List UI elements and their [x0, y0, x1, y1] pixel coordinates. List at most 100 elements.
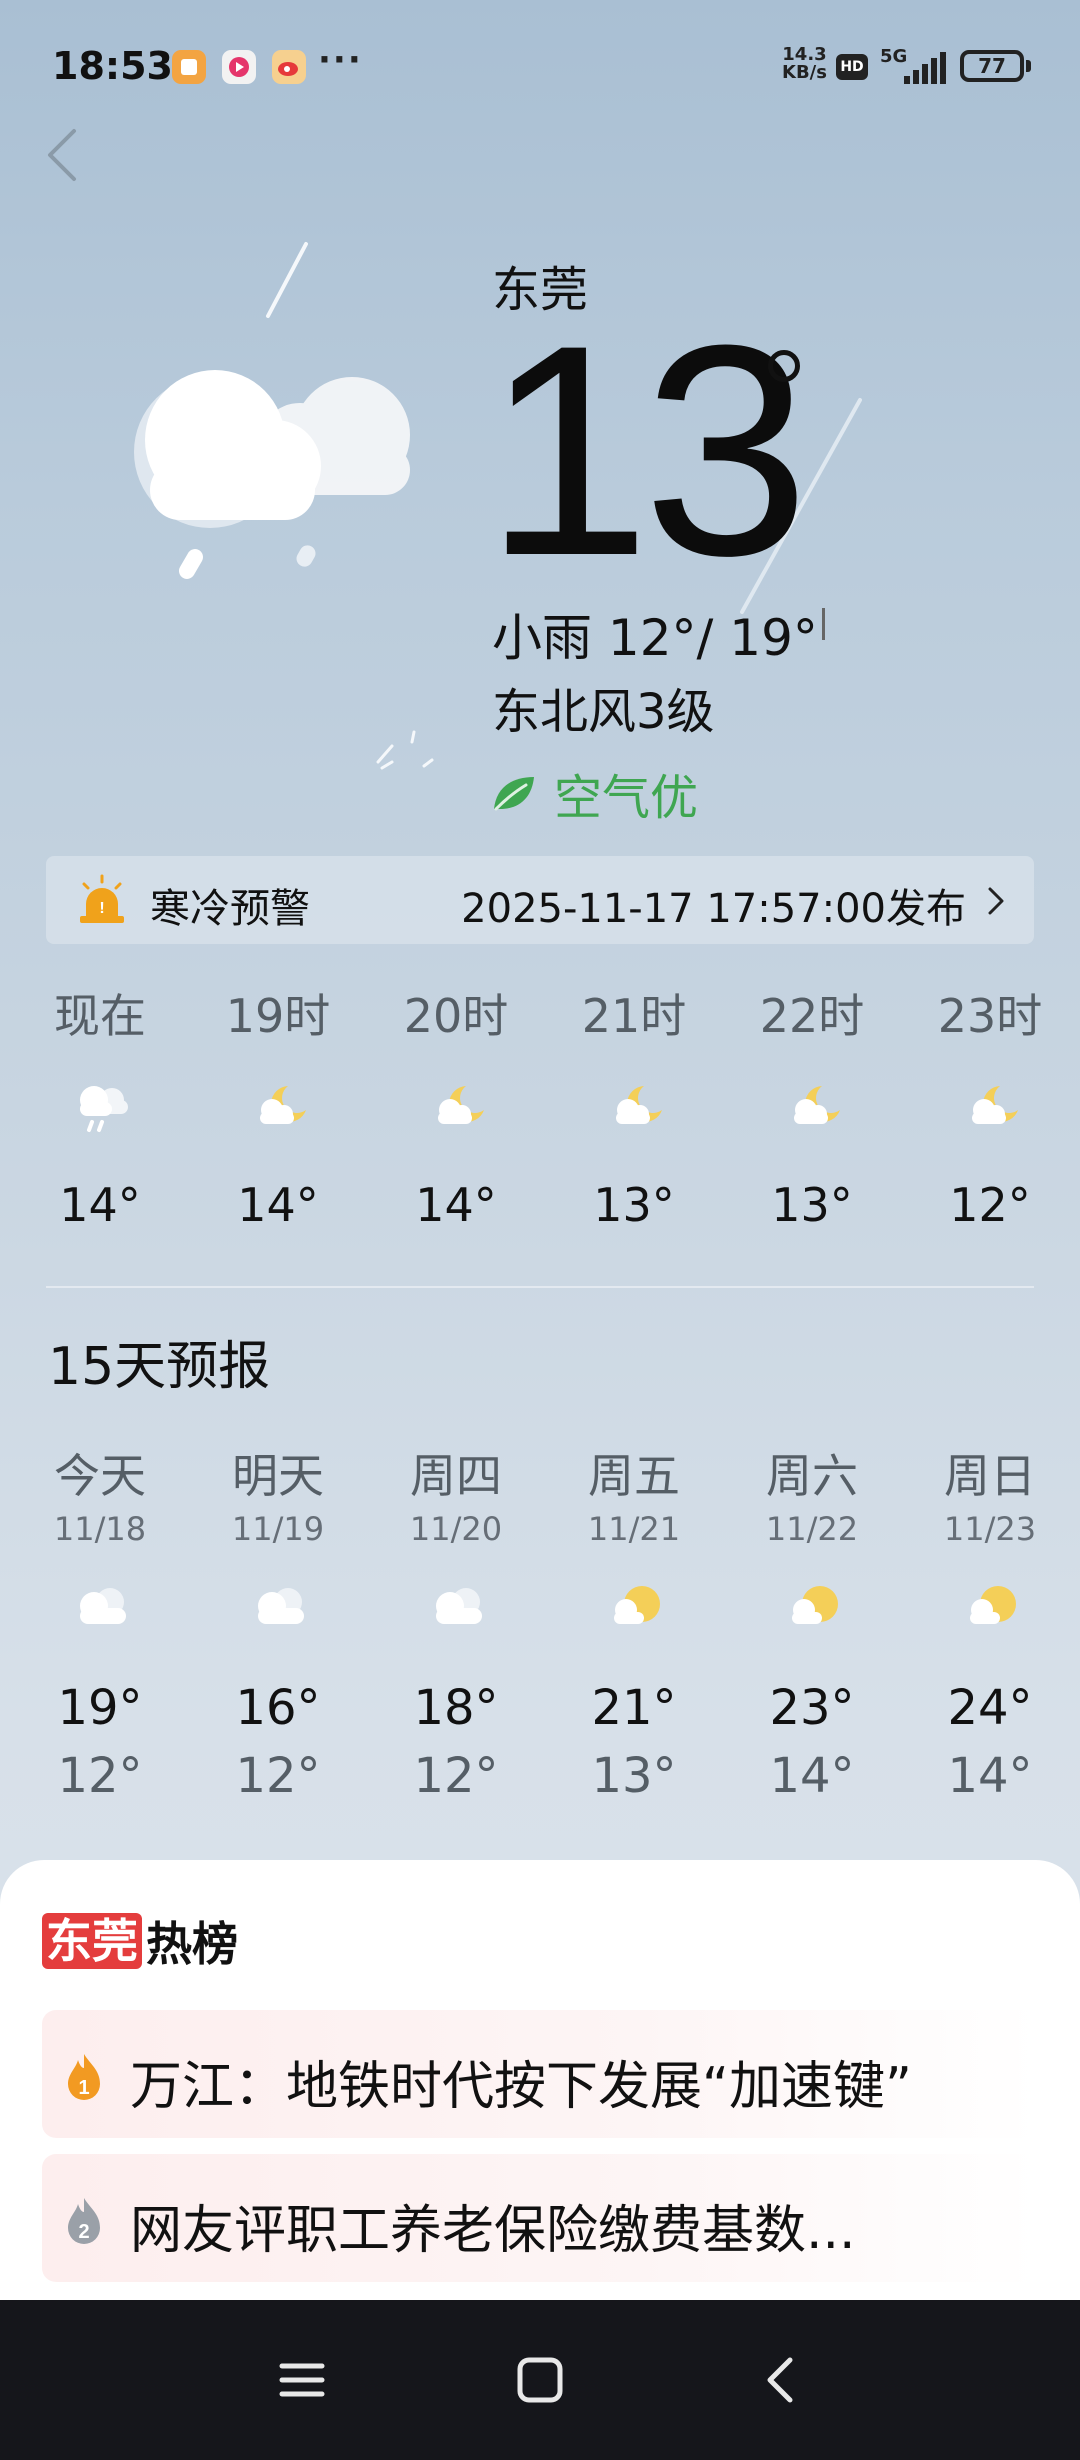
day-low-temp: 13° — [591, 1748, 677, 1804]
day-date: 11/21 — [587, 1510, 681, 1548]
moon-cloud-icon — [616, 1086, 662, 1124]
day-low-temp: 14° — [769, 1748, 855, 1804]
air-quality-label: 空气优 — [554, 770, 699, 826]
cloudy-icon — [258, 1588, 304, 1624]
day-high-temp: 16° — [235, 1680, 321, 1736]
daily-item[interactable]: 今天 11/18 19° 12° — [20, 1440, 180, 1820]
menu-icon — [279, 2363, 325, 2397]
battery-tip — [1026, 60, 1031, 72]
hot-list-city-badge: 东莞 — [42, 1913, 142, 1969]
moon-cloud-icon — [972, 1086, 1018, 1124]
daily-item[interactable]: 周四 11/20 18° 12° — [376, 1440, 536, 1820]
condition-divider — [822, 608, 825, 640]
hour-temperature: 14° — [59, 1178, 141, 1232]
svg-text:2: 2 — [78, 2221, 89, 2243]
hour-temperature: 14° — [415, 1178, 497, 1232]
daily-item[interactable]: 明天 11/19 16° 12° — [198, 1440, 358, 1820]
hour-label: 23时 — [937, 989, 1043, 1043]
day-high-temp: 18° — [413, 1680, 499, 1736]
daily-item[interactable]: 周六 11/22 23° 14° — [732, 1440, 892, 1820]
status-bar: 18:53 ··· 14.3 KB/s HD 5G 77 — [0, 0, 1080, 130]
sun-cloud-icon — [970, 1586, 1016, 1624]
more-notifications-icon: ··· — [318, 40, 363, 80]
day-label: 周六 — [766, 1449, 858, 1503]
wind-info: 东北风3级 — [492, 684, 715, 740]
system-nav-bar — [0, 2300, 1080, 2460]
back-chevron-icon — [48, 129, 76, 181]
day-high-temp: 23° — [769, 1680, 855, 1736]
moon-cloud-icon — [438, 1086, 484, 1124]
status-time: 18:53 — [52, 44, 173, 88]
day-low-temp: 14° — [947, 1748, 1033, 1804]
hour-temperature: 13° — [593, 1178, 675, 1232]
day-date: 11/22 — [765, 1510, 859, 1548]
cloudy-icon — [80, 1588, 126, 1624]
home-square-icon — [517, 2357, 563, 2403]
network-speed: 14.3 KB/s — [782, 44, 827, 83]
cloud-rain-icon — [80, 1086, 128, 1132]
hour-label: 21时 — [581, 989, 687, 1043]
day-high-temp: 19° — [57, 1680, 143, 1736]
hour-label: 现在 — [54, 989, 146, 1043]
day-date: 11/18 — [53, 1510, 147, 1548]
forecast-title: 15天预报 — [48, 1337, 271, 1397]
notification-app-icon-1 — [172, 50, 206, 84]
hot-list-item-text: 网友评职工养老保险缴费基数... — [130, 2201, 856, 2261]
section-divider — [46, 1286, 1034, 1288]
day-label: 周五 — [588, 1449, 680, 1503]
air-quality[interactable]: 空气优 — [490, 758, 698, 828]
day-high-temp: 24° — [947, 1680, 1033, 1736]
chevron-right-icon — [988, 887, 1004, 915]
day-low-temp: 12° — [413, 1748, 499, 1804]
notification-app-icon-2 — [222, 50, 256, 84]
cloudy-icon — [436, 1588, 482, 1624]
rank-flame-icon: 1 — [68, 2054, 100, 2100]
day-date: 11/19 — [231, 1510, 325, 1548]
warning-title: 寒冷预警 — [150, 886, 310, 932]
degree-symbol — [768, 350, 800, 382]
day-label: 明天 — [232, 1449, 324, 1503]
battery-indicator: 77 — [960, 50, 1024, 82]
home-button[interactable] — [500, 2340, 580, 2420]
day-low-temp: 12° — [235, 1748, 321, 1804]
daily-item[interactable]: 周五 11/21 21° 13° — [554, 1440, 714, 1820]
hour-temperature: 12° — [949, 1178, 1031, 1232]
day-low-temp: 12° — [57, 1748, 143, 1804]
hot-list-item[interactable]: 1 万江：地铁时代按下发展“加速键” — [42, 2010, 1038, 2138]
day-high-temp: 21° — [591, 1680, 677, 1736]
hour-temperature: 13° — [771, 1178, 853, 1232]
hot-list-card: 东莞 热榜 1 万江：地铁时代按下发展“加速键” 2 网友评职工养老保险缴费基数… — [0, 1860, 1080, 2300]
day-label: 周日 — [944, 1449, 1036, 1503]
decor-sparkle — [376, 730, 434, 770]
hot-list-header: 东莞 热榜 — [42, 1908, 238, 1974]
daily-item[interactable]: 周日 11/23 24° 14° — [910, 1440, 1070, 1820]
hot-list-item-text: 万江：地铁时代按下发展“加速键” — [130, 2057, 912, 2117]
signal-icon — [904, 52, 946, 84]
day-label: 今天 — [54, 1449, 146, 1503]
sun-cloud-icon — [614, 1586, 660, 1624]
hour-label: 19时 — [225, 989, 331, 1043]
sun-cloud-icon — [792, 1586, 838, 1624]
hd-badge: HD — [836, 54, 868, 80]
current-temperature: 13 — [484, 282, 810, 618]
hot-list-label: 热榜 — [146, 1917, 238, 1971]
hour-label: 20时 — [403, 989, 509, 1043]
weibo-icon — [272, 50, 306, 84]
back-button[interactable] — [42, 125, 92, 195]
svg-text:1: 1 — [78, 2077, 89, 2099]
hot-list-item[interactable]: 2 网友评职工养老保险缴费基数... — [42, 2154, 1038, 2282]
warning-lamp-icon: ! — [80, 874, 124, 923]
day-date: 11/23 — [943, 1510, 1037, 1548]
leaf-icon — [494, 777, 534, 811]
day-label: 周四 — [410, 1449, 502, 1503]
recent-apps-button[interactable] — [262, 2340, 342, 2420]
cold-warning-banner[interactable]: ! 寒冷预警 2025-11-17 17:57:00发布 — [46, 856, 1034, 944]
system-back-button[interactable] — [740, 2340, 820, 2420]
moon-cloud-icon — [794, 1086, 840, 1124]
decor-rain-streak-1 — [266, 242, 308, 318]
hour-label: 22时 — [759, 989, 865, 1043]
condition-range: 小雨 12°/ 19° — [492, 609, 818, 667]
rank-flame-icon: 2 — [68, 2198, 100, 2244]
warning-publish-time: 2025-11-17 17:57:00发布 — [461, 886, 966, 932]
day-date: 11/20 — [409, 1510, 503, 1548]
